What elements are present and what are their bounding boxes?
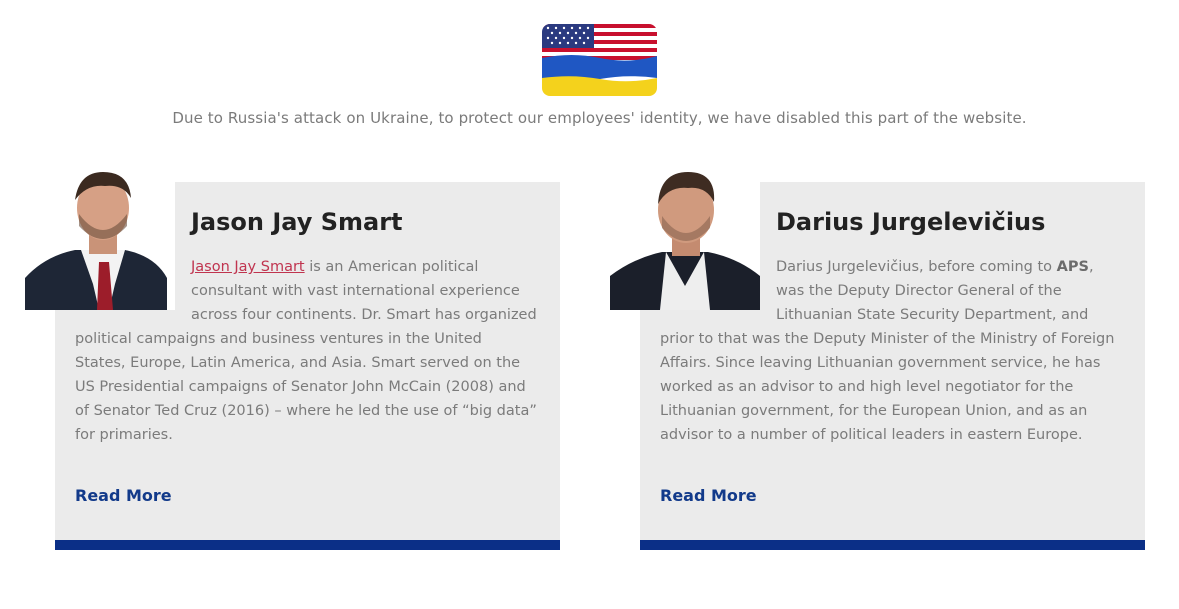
member-bio-bottom-2: prior to that was the Deputy Minister of… <box>660 327 1140 447</box>
notice-text: Due to Russia's attack on Ukraine, to pr… <box>172 109 1027 127</box>
bio-line: advisor to a number of political leaders… <box>660 427 1083 443</box>
member-name-1: Jason Jay Smart <box>191 208 403 236</box>
bio-line: political campaigns and business venture… <box>75 331 482 347</box>
bio-line: for primaries. <box>75 427 173 443</box>
bio-line: prior to that was the Deputy Minister of… <box>660 331 1115 347</box>
bio-line: was the Deputy Director General of the <box>776 283 1062 299</box>
bio-line: States, Europe, Latin America, and Asia.… <box>75 355 521 371</box>
us-ukraine-flag-icon <box>542 24 657 96</box>
bio-line: of Senator Ted Cruz (2016) – where he le… <box>75 403 537 419</box>
bio-line: worked as an advisor to and high level n… <box>660 379 1074 395</box>
member-bio-bottom-1: political campaigns and business venture… <box>75 327 555 447</box>
bio-line: Affairs. Since leaving Lithuanian govern… <box>660 355 1101 371</box>
bio-line: consultant with vast international exper… <box>191 283 520 299</box>
member-name-2: Darius Jurgelevičius <box>776 208 1046 236</box>
bio-line: Lithuanian government, for the European … <box>660 403 1088 419</box>
read-more-link-1[interactable]: Read More <box>75 486 172 505</box>
portrait-photo-2 <box>610 166 760 310</box>
bio-line: Jason Jay Smart is an American political <box>191 259 479 275</box>
member-profile-link-1[interactable]: Jason Jay Smart <box>191 259 305 275</box>
read-more-link-2[interactable]: Read More <box>660 486 757 505</box>
member-bio-top-1: Jason Jay Smart is an American political… <box>191 255 551 327</box>
member-bio-top-2: Darius Jurgelevičius, before coming to A… <box>776 255 1136 327</box>
portrait-photo-1 <box>25 166 175 310</box>
bio-line: Lithuanian State Security Department, an… <box>776 307 1089 323</box>
bio-line: across four continents. Dr. Smart has or… <box>191 307 537 323</box>
bio-line: Darius Jurgelevičius, before coming to A… <box>776 259 1094 275</box>
page: Due to Russia's attack on Ukraine, to pr… <box>0 0 1179 609</box>
bio-line: US Presidential campaigns of Senator Joh… <box>75 379 526 395</box>
bio-bold-text: APS <box>1056 259 1089 275</box>
